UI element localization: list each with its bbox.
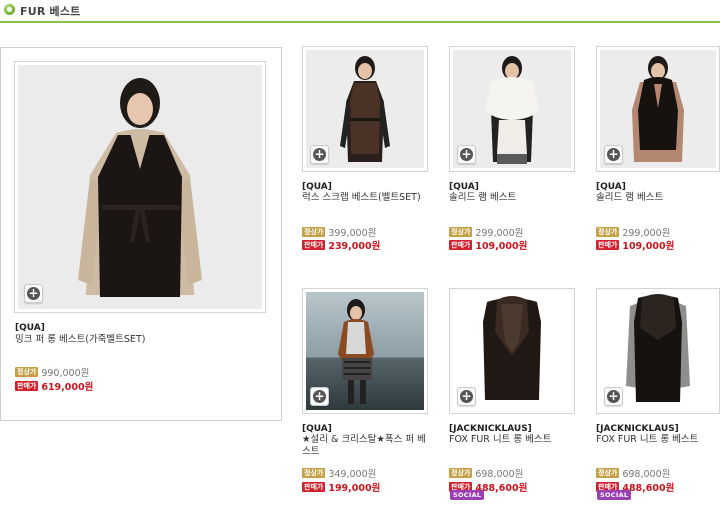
sale-price-row: 판매가 239,000원 — [302, 234, 380, 252]
sale-price-row: 판매가 199,000원 — [302, 476, 380, 494]
product-card[interactable]: + [QUA] ★설리 & 크리스탈★폭스 퍼 베스트 정상가 349,000원 … — [302, 288, 432, 508]
plus-circle-icon: + — [607, 389, 620, 403]
product-name[interactable]: 밍크 퍼 롱 베스트(가죽벨트SET) — [15, 334, 265, 346]
social-badge: SOCIAL — [450, 490, 485, 500]
product-card[interactable]: + [JACKNICKLAUS] FOX FUR 니트 롱 베스트 정상가 698… — [449, 288, 579, 508]
zoom-button[interactable]: + — [457, 145, 476, 164]
green-bullet-icon — [4, 4, 15, 15]
product-image[interactable]: + — [14, 61, 266, 313]
zoom-button[interactable]: + — [604, 145, 623, 164]
sale-price: 619,000원 — [41, 381, 94, 393]
plus-circle-icon: + — [460, 147, 473, 161]
product-brand: [QUA] — [302, 182, 332, 192]
regular-price-row: 정상가 349,000원 — [302, 462, 376, 480]
zoom-button[interactable]: + — [24, 284, 43, 303]
product-card[interactable]: + [JACKNICKLAUS] FOX FUR 니트 롱 베스트 정상가 698… — [596, 288, 720, 508]
product-photo — [18, 65, 262, 309]
sale-price: 199,000원 — [328, 482, 381, 494]
regular-price-row: 정상가 299,000원 — [596, 221, 670, 239]
product-image[interactable]: + — [302, 46, 428, 172]
product-brand: [QUA] — [449, 182, 479, 192]
plus-circle-icon: + — [313, 147, 326, 161]
sale-price-row: 판매가 488,600원 — [596, 476, 674, 494]
regular-price-row: 정상가 399,000원 — [302, 221, 376, 239]
product-brand: [JACKNICKLAUS] — [449, 424, 532, 434]
product-image[interactable]: + — [449, 288, 575, 414]
sale-price-tag: 판매가 — [302, 239, 326, 250]
sale-price: 109,000원 — [622, 240, 675, 252]
sale-price-tag: 판매가 — [302, 481, 326, 492]
sale-price-row: 판매가 109,000원 — [449, 234, 527, 252]
product-name[interactable]: 솔리드 램 베스트 — [449, 192, 579, 204]
sale-price-tag: 판매가 — [449, 239, 473, 250]
zoom-button[interactable]: + — [604, 387, 623, 406]
section-header: FUR 베스트 — [0, 0, 720, 23]
regular-price-row: 정상가 698,000원 — [449, 462, 523, 480]
sale-price-row: 판매가 488,600원 — [449, 476, 527, 494]
product-brand: [QUA] — [596, 182, 626, 192]
sale-price-tag: 판매가 — [596, 239, 620, 250]
regular-price-row: 정상가 990,000원 — [15, 361, 89, 379]
section-title: FUR 베스트 — [20, 5, 81, 18]
header-divider — [0, 21, 720, 23]
plus-circle-icon: + — [607, 147, 620, 161]
product-image[interactable]: + — [596, 288, 720, 414]
product-image[interactable]: + — [596, 46, 720, 172]
product-image[interactable]: + — [449, 46, 575, 172]
social-badge: SOCIAL — [597, 490, 632, 500]
product-card[interactable]: + [QUA] 럭스 스크랩 베스트(벨트SET) 정상가 399,000원 판매… — [302, 46, 430, 256]
product-brand: [QUA] — [302, 424, 332, 434]
zoom-button[interactable]: + — [310, 387, 329, 406]
sale-price-row: 판매가 619,000원 — [15, 375, 93, 393]
product-name[interactable]: 럭스 스크랩 베스트(벨트SET) — [302, 192, 432, 204]
product-card-featured[interactable]: + [QUA] 밍크 퍼 롱 베스트(가죽벨트SET) 정상가 990,000원 … — [0, 47, 280, 419]
sale-price: 109,000원 — [475, 240, 528, 252]
product-name[interactable]: 솔리드 램 베스트 — [596, 192, 720, 204]
product-image[interactable]: + — [302, 288, 428, 414]
sale-price-tag: 판매가 — [15, 380, 39, 391]
plus-circle-icon: + — [27, 286, 40, 300]
zoom-button[interactable]: + — [310, 145, 329, 164]
product-card[interactable]: + [QUA] 솔리드 램 베스트 정상가 299,000원 판매가 109,000… — [596, 46, 720, 256]
product-brand: [JACKNICKLAUS] — [596, 424, 679, 434]
product-name[interactable]: FOX FUR 니트 롱 베스트 — [596, 434, 720, 446]
plus-circle-icon: + — [313, 389, 326, 403]
regular-price-row: 정상가 698,000원 — [596, 462, 670, 480]
product-brand: [QUA] — [15, 323, 45, 333]
regular-price-row: 정상가 299,000원 — [449, 221, 523, 239]
sale-price-row: 판매가 109,000원 — [596, 234, 674, 252]
product-name[interactable]: ★설리 & 크리스탈★폭스 퍼 베스트 — [302, 434, 428, 458]
zoom-button[interactable]: + — [457, 387, 476, 406]
plus-circle-icon: + — [460, 389, 473, 403]
product-card[interactable]: + [QUA] 솔리드 램 베스트 정상가 299,000원 판매가 109,000… — [449, 46, 577, 256]
product-name[interactable]: FOX FUR 니트 롱 베스트 — [449, 434, 579, 446]
sale-price: 239,000원 — [328, 240, 381, 252]
